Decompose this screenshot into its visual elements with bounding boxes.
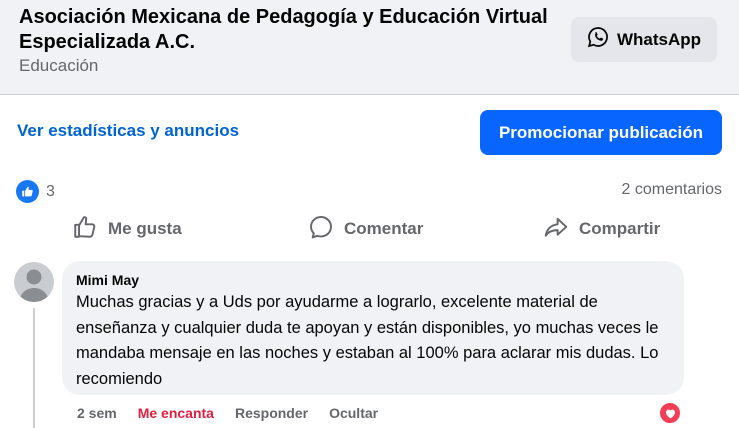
reply-button[interactable]: Responder <box>235 405 308 421</box>
like-count: 3 <box>46 182 55 200</box>
whatsapp-button[interactable]: WhatsApp <box>571 17 717 62</box>
like-button[interactable]: Me gusta <box>72 210 182 248</box>
whatsapp-label: WhatsApp <box>616 29 702 49</box>
like-label: Me gusta <box>108 219 182 238</box>
thumbs-up-icon <box>72 214 98 245</box>
comment-thread-line <box>33 308 35 428</box>
promote-post-button[interactable]: Promocionar publicación <box>480 110 722 155</box>
hide-button[interactable]: Ocultar <box>329 405 378 421</box>
page-name[interactable]: Asociación Mexicana de Pedagogía y Educa… <box>19 5 549 55</box>
share-button[interactable]: Compartir <box>543 210 660 248</box>
reactions-summary[interactable]: 3 <box>16 180 55 203</box>
comment-meta: 2 sem Me encanta Responder Ocultar <box>77 405 378 421</box>
comment-bubble: Mimi May Muchas gracias y a Uds por ayud… <box>62 261 684 395</box>
heart-icon[interactable] <box>658 401 682 425</box>
comment-count[interactable]: 2 comentarios <box>622 181 723 199</box>
comment-icon <box>308 214 334 245</box>
comment-label: Comentar <box>344 219 424 238</box>
comment-author[interactable]: Mimi May <box>76 271 670 289</box>
reaction-button[interactable]: Me encanta <box>138 405 214 421</box>
page-category: Educación <box>19 56 99 75</box>
whatsapp-icon <box>587 26 609 53</box>
share-label: Compartir <box>579 219 661 238</box>
page-header: Asociación Mexicana de Pedagogía y Educa… <box>0 0 739 95</box>
comment-text: Muchas gracias y a Uds por ayudarme a lo… <box>76 293 659 388</box>
comment-button[interactable]: Comentar <box>308 210 423 248</box>
stats-and-ads-link[interactable]: Ver estadísticas y anuncios <box>17 121 239 141</box>
like-badge-icon <box>16 180 39 203</box>
post-actions-bar: Me gusta Comentar Compartir <box>0 210 739 248</box>
share-icon <box>543 214 569 245</box>
commenter-avatar[interactable] <box>14 262 54 302</box>
comment-time[interactable]: 2 sem <box>77 405 117 421</box>
